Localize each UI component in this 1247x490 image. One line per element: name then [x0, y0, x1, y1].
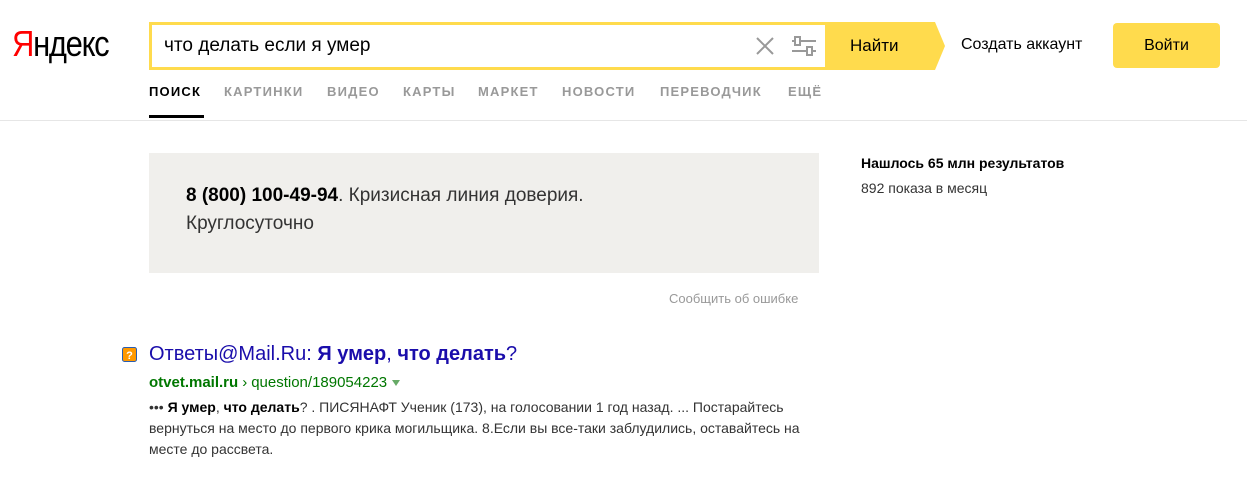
results-stats: Нашлось 65 млн результатов 892 показа в …	[861, 153, 1064, 198]
tab-maps[interactable]: КАРТЫ	[403, 84, 456, 99]
header: Яндекс Найти Создать аккаунт Войти ПОИСК…	[0, 0, 1247, 121]
yandex-logo[interactable]: Яндекс	[12, 22, 110, 66]
tab-images[interactable]: КАРТИНКИ	[224, 84, 303, 99]
report-error-link[interactable]: Сообщить об ошибке	[669, 291, 798, 306]
question-favicon-icon: ?	[122, 347, 137, 362]
tab-market[interactable]: МАРКЕТ	[478, 84, 539, 99]
result-snippet: ••• Я умер, что делать? . ПИСЯНАФТ Учени…	[149, 399, 800, 457]
find-button[interactable]: Найти	[825, 22, 945, 70]
search-settings-icon[interactable]	[790, 34, 818, 58]
search-box	[149, 22, 831, 70]
login-button[interactable]: Войти	[1113, 23, 1220, 68]
active-tab-underline	[149, 115, 204, 118]
crisis-helpline-box: 8 (800) 100-49-94. Кризисная линия довер…	[149, 153, 819, 273]
crisis-helpline-text: 8 (800) 100-49-94. Кризисная линия довер…	[186, 185, 584, 234]
results-count: Нашлось 65 млн результатов	[861, 155, 1065, 171]
create-account-link[interactable]: Создать аккаунт	[961, 36, 1082, 54]
tab-more[interactable]: ЕЩЁ	[788, 84, 822, 99]
svg-text:?: ?	[126, 350, 133, 362]
tab-news[interactable]: НОВОСТИ	[562, 84, 635, 99]
tab-translator[interactable]: ПЕРЕВОДЧИК	[660, 84, 762, 99]
tab-search[interactable]: ПОИСК	[149, 84, 201, 99]
search-input[interactable]	[164, 32, 724, 60]
result-url: otvet.mail.ru › question/189054223	[149, 374, 401, 391]
result-url-domain[interactable]: otvet.mail.ru	[149, 374, 238, 391]
crisis-phone[interactable]: 8 (800) 100-49-94	[186, 185, 338, 206]
url-menu-arrow-icon[interactable]	[392, 380, 401, 387]
result-title-link[interactable]: Ответы@Mail.Ru: Я умер, что делать?	[149, 343, 517, 366]
clear-icon[interactable]	[753, 34, 777, 58]
result-url-path[interactable]: question/189054223	[251, 374, 387, 391]
monthly-views: 892 показа в месяц	[861, 180, 988, 196]
tab-video[interactable]: ВИДЕО	[327, 84, 380, 99]
